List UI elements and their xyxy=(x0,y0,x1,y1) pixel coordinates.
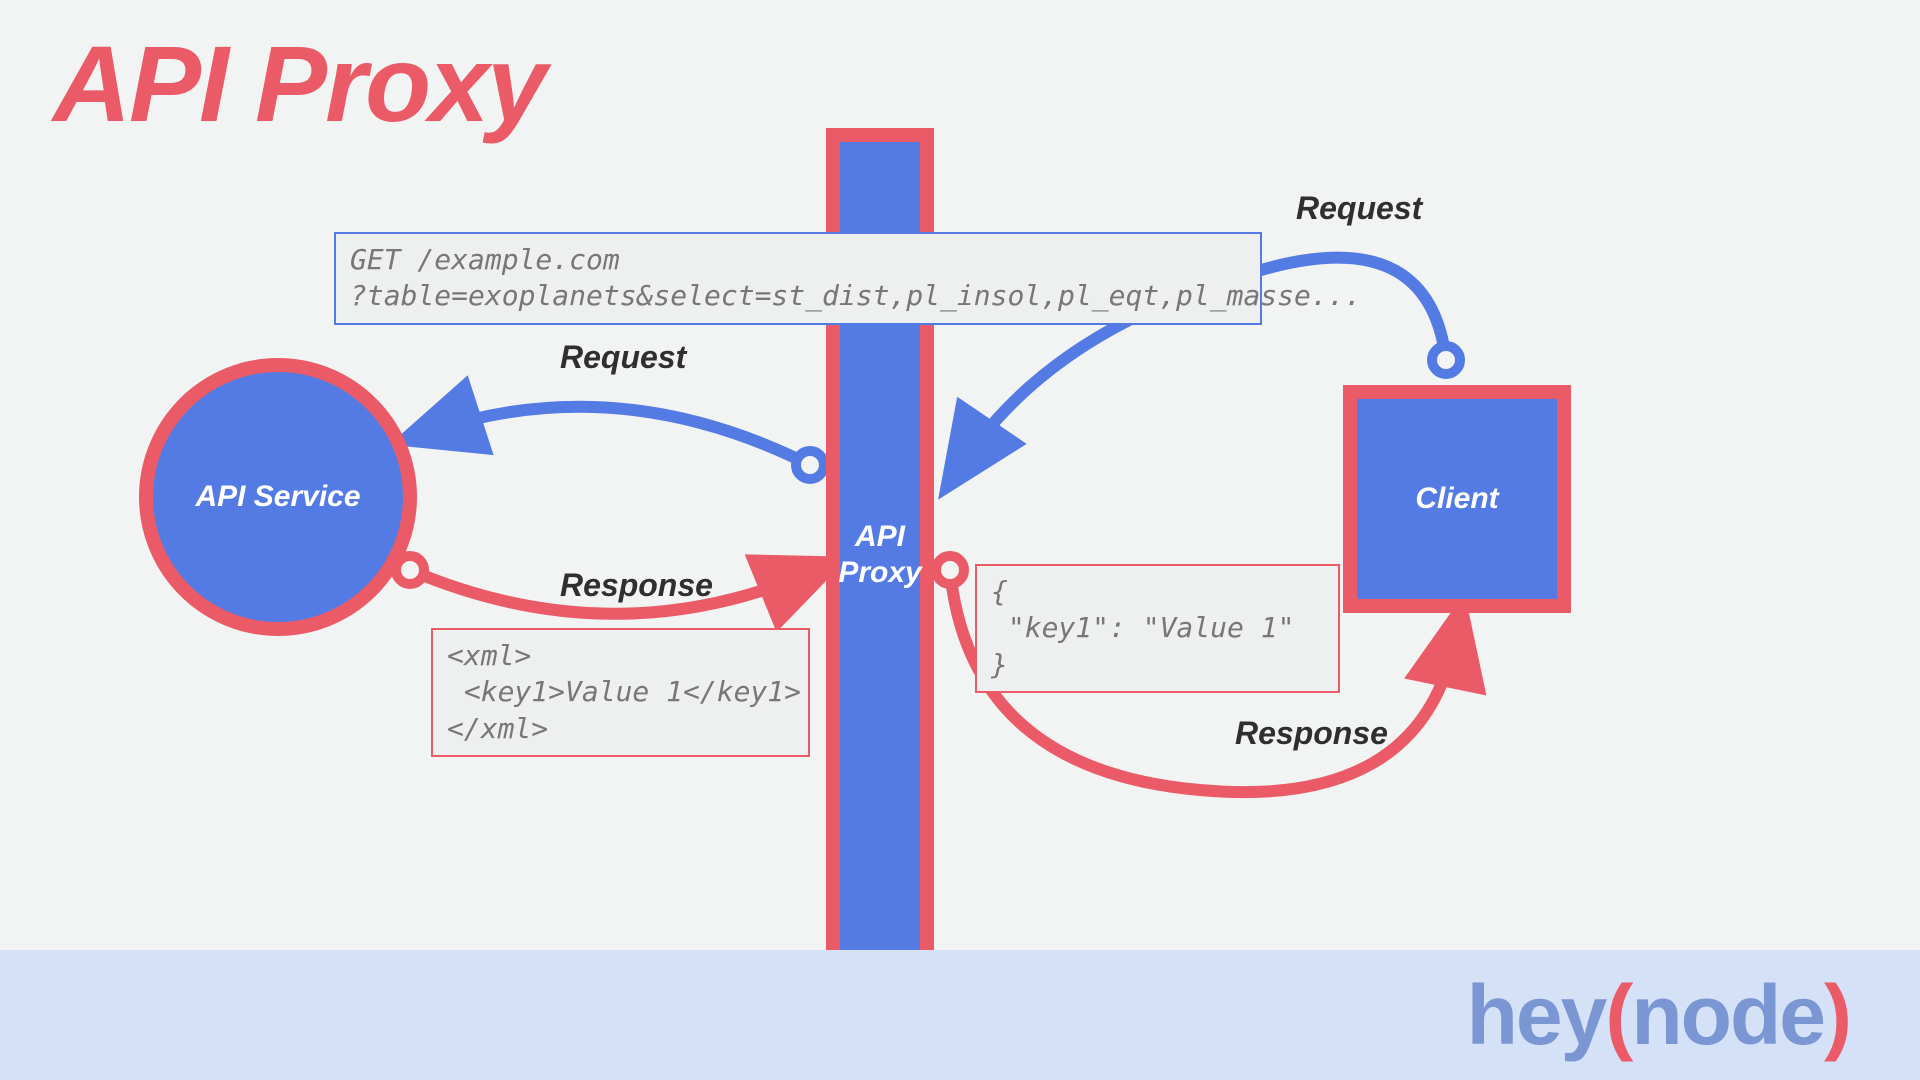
code-box-get-request: GET /example.com ?table=exoplanets&selec… xyxy=(334,232,1262,325)
brand-paren-close: ) xyxy=(1824,968,1850,1062)
brand-logo: hey(node) xyxy=(1467,967,1850,1064)
diagram-stage: API Service API Proxy Client GET /exampl… xyxy=(0,0,1920,1080)
node-client: Client xyxy=(1343,385,1571,613)
label-response-right: Response xyxy=(1235,715,1388,752)
label-request-left: Request xyxy=(560,339,686,376)
label-response-left: Response xyxy=(560,567,713,604)
brand-node: node xyxy=(1631,968,1824,1062)
label-request-right: Request xyxy=(1296,190,1422,227)
footer-bar: hey(node) xyxy=(0,950,1920,1080)
brand-paren-open: ( xyxy=(1605,968,1631,1062)
node-api-service: API Service xyxy=(139,358,417,636)
node-api-proxy-label: API Proxy xyxy=(838,519,921,591)
code-box-xml-response: <xml> <key1>Value 1</key1> </xml> xyxy=(431,628,810,757)
node-api-service-label: API Service xyxy=(195,480,360,514)
brand-hey: hey xyxy=(1467,968,1606,1062)
node-client-label: Client xyxy=(1415,482,1498,516)
code-box-json-response: { "key1": "Value 1" } xyxy=(975,564,1340,693)
